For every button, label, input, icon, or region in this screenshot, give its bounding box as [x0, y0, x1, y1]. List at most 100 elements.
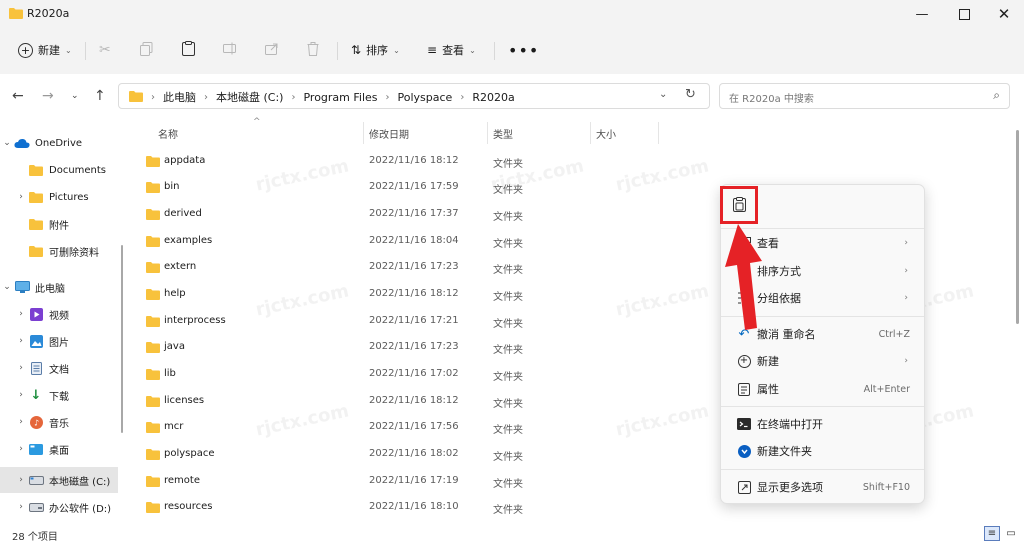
sidebar-item-attachments[interactable]: 附件: [0, 211, 118, 237]
forward-arrow-icon[interactable]: →: [42, 88, 54, 104]
view-lines-icon: ≡: [427, 43, 438, 57]
paste-button[interactable]: [182, 38, 195, 62]
file-list-scrollbar[interactable]: [1016, 130, 1019, 324]
breadcrumb-r2020a[interactable]: R2020a: [472, 91, 514, 104]
sidebar-item-desktop[interactable]: › 桌面: [0, 436, 118, 462]
chevron-right-icon: ›: [19, 475, 23, 485]
sidebar-item-downloads[interactable]: › ↓ 下载: [0, 382, 118, 408]
chevron-right-icon: ›: [19, 192, 23, 202]
chevron-right-icon: ›: [19, 444, 23, 454]
table-row[interactable]: java 2022/11/16 17:23 文件夹: [140, 334, 700, 360]
file-name: polyspace: [164, 448, 215, 459]
maximize-button[interactable]: [947, 0, 981, 28]
folder-icon: [146, 395, 160, 410]
table-row[interactable]: remote 2022/11/16 17:19 文件夹: [140, 468, 700, 494]
table-row[interactable]: extern 2022/11/16 17:23 文件夹: [140, 254, 700, 280]
breadcrumb-polyspace[interactable]: Polyspace: [398, 91, 453, 104]
view-button[interactable]: ≡ 查看 ⌄: [427, 38, 476, 62]
column-header-name[interactable]: 名称: [158, 126, 178, 141]
file-type: 文件夹: [493, 239, 523, 250]
table-row[interactable]: licenses 2022/11/16 18:12 文件夹: [140, 388, 700, 414]
minimize-button[interactable]: —: [905, 0, 939, 28]
delete-button[interactable]: [307, 38, 319, 62]
folder-icon: [28, 218, 44, 231]
share-button[interactable]: [265, 38, 279, 62]
sidebar-item-deletable[interactable]: 可删除资料: [0, 238, 118, 264]
table-row[interactable]: lib 2022/11/16 17:02 文件夹: [140, 361, 700, 387]
up-arrow-icon[interactable]: ↑: [94, 88, 106, 104]
sidebar-scrollbar[interactable]: [121, 245, 123, 433]
menu-item-new[interactable]: + 新建 ›: [729, 348, 916, 374]
monitor-icon: [14, 281, 30, 294]
cut-button[interactable]: ✂: [99, 38, 111, 62]
table-row[interactable]: polyspace 2022/11/16 18:02 文件夹: [140, 441, 700, 467]
file-name: extern: [164, 261, 197, 272]
file-type: 文件夹: [493, 265, 523, 276]
copy-button[interactable]: [140, 38, 153, 62]
sidebar-item-this-pc[interactable]: ⌄ 此电脑: [0, 274, 118, 300]
refresh-icon[interactable]: ↻: [685, 87, 696, 102]
search-box[interactable]: 在 R2020a 中搜索 ⌕: [719, 83, 1010, 109]
address-bar[interactable]: › 此电脑 › 本地磁盘 (C:) › Program Files › Poly…: [118, 83, 710, 109]
column-divider[interactable]: [487, 122, 488, 144]
new-button[interactable]: + 新建 ⌄: [18, 38, 72, 62]
table-row[interactable]: mcr 2022/11/16 17:56 文件夹: [140, 414, 700, 440]
back-arrow-icon[interactable]: ←: [12, 88, 24, 104]
folder-icon: [146, 288, 160, 303]
address-dropdown-icon[interactable]: ⌄: [659, 89, 667, 100]
file-name: java: [164, 341, 185, 352]
chevron-right-icon: ›: [385, 91, 390, 103]
menu-item-shortcut: Shift+F10: [862, 481, 910, 493]
table-row[interactable]: resources 2022/11/16 18:10 文件夹: [140, 494, 700, 520]
sidebar-item-label: 办公软件 (D:): [49, 503, 112, 515]
music-icon: ♪: [28, 415, 44, 429]
breadcrumb-program-files[interactable]: Program Files: [303, 91, 377, 104]
column-header-type[interactable]: 类型: [493, 126, 513, 141]
menu-item-new-folder[interactable]: 新建文件夹: [729, 438, 916, 464]
sidebar-item-videos[interactable]: › 视频: [0, 301, 118, 327]
sidebar-item-images[interactable]: › 图片: [0, 328, 118, 354]
sidebar-item-office-d[interactable]: › 办公软件 (D:): [0, 494, 118, 520]
sidebar-item-docs[interactable]: › 文档: [0, 355, 118, 381]
table-row[interactable]: derived 2022/11/16 17:37 文件夹: [140, 201, 700, 227]
sort-button[interactable]: ⇅ 排序 ⌄: [351, 38, 400, 62]
column-header-date[interactable]: 修改日期: [369, 126, 409, 141]
chevron-right-icon: ›: [904, 356, 908, 366]
column-divider[interactable]: [590, 122, 591, 144]
table-row[interactable]: appdata 2022/11/16 18:12 文件夹: [140, 148, 700, 174]
more-options-button[interactable]: •••: [508, 38, 539, 62]
rename-button[interactable]: [223, 38, 238, 62]
tiles-view-icon: ▭: [1006, 528, 1016, 539]
sidebar-item-onedrive[interactable]: ⌄ OneDrive: [0, 130, 118, 156]
column-divider[interactable]: [363, 122, 364, 144]
sidebar-item-label: 可删除资料: [49, 247, 99, 259]
sidebar-item-label: Pictures: [49, 191, 89, 203]
details-view-button[interactable]: ≡: [984, 526, 1000, 541]
folder-icon: [129, 90, 143, 105]
table-row[interactable]: interprocess 2022/11/16 17:21 文件夹: [140, 308, 700, 334]
tiles-view-button[interactable]: ▭: [1003, 526, 1019, 541]
chevron-right-icon: ›: [904, 238, 908, 248]
menu-item-open-in-terminal[interactable]: 在终端中打开: [729, 411, 916, 437]
table-row[interactable]: bin 2022/11/16 17:59 文件夹: [140, 174, 700, 200]
menu-item-properties[interactable]: 属性 Alt+Enter: [729, 376, 916, 402]
recent-chevron-icon[interactable]: ⌄: [71, 91, 79, 101]
file-type: 文件夹: [493, 345, 523, 356]
sidebar-item-music[interactable]: › ♪ 音乐: [0, 409, 118, 435]
chevron-down-icon: ⌄: [469, 45, 476, 55]
sidebar-item-local-disk-c[interactable]: › 本地磁盘 (C:): [0, 467, 118, 493]
column-header-size[interactable]: 大小: [596, 126, 616, 141]
sidebar-item-label: OneDrive: [35, 137, 83, 149]
table-row[interactable]: examples 2022/11/16 18:04 文件夹: [140, 228, 700, 254]
file-name: bin: [164, 181, 180, 192]
folder-icon: [28, 245, 44, 258]
menu-item-show-more-options[interactable]: 显示更多选项 Shift+F10: [729, 474, 916, 500]
sidebar-item-documents[interactable]: Documents: [0, 157, 118, 183]
column-divider[interactable]: [658, 122, 659, 144]
breadcrumb-this-pc[interactable]: 此电脑: [163, 89, 196, 105]
close-button[interactable]: ✕: [987, 0, 1021, 28]
breadcrumb-local-disk[interactable]: 本地磁盘 (C:): [216, 89, 283, 105]
table-row[interactable]: help 2022/11/16 18:12 文件夹: [140, 281, 700, 307]
video-icon: [28, 307, 44, 321]
sidebar-item-pictures[interactable]: › Pictures: [0, 184, 118, 210]
